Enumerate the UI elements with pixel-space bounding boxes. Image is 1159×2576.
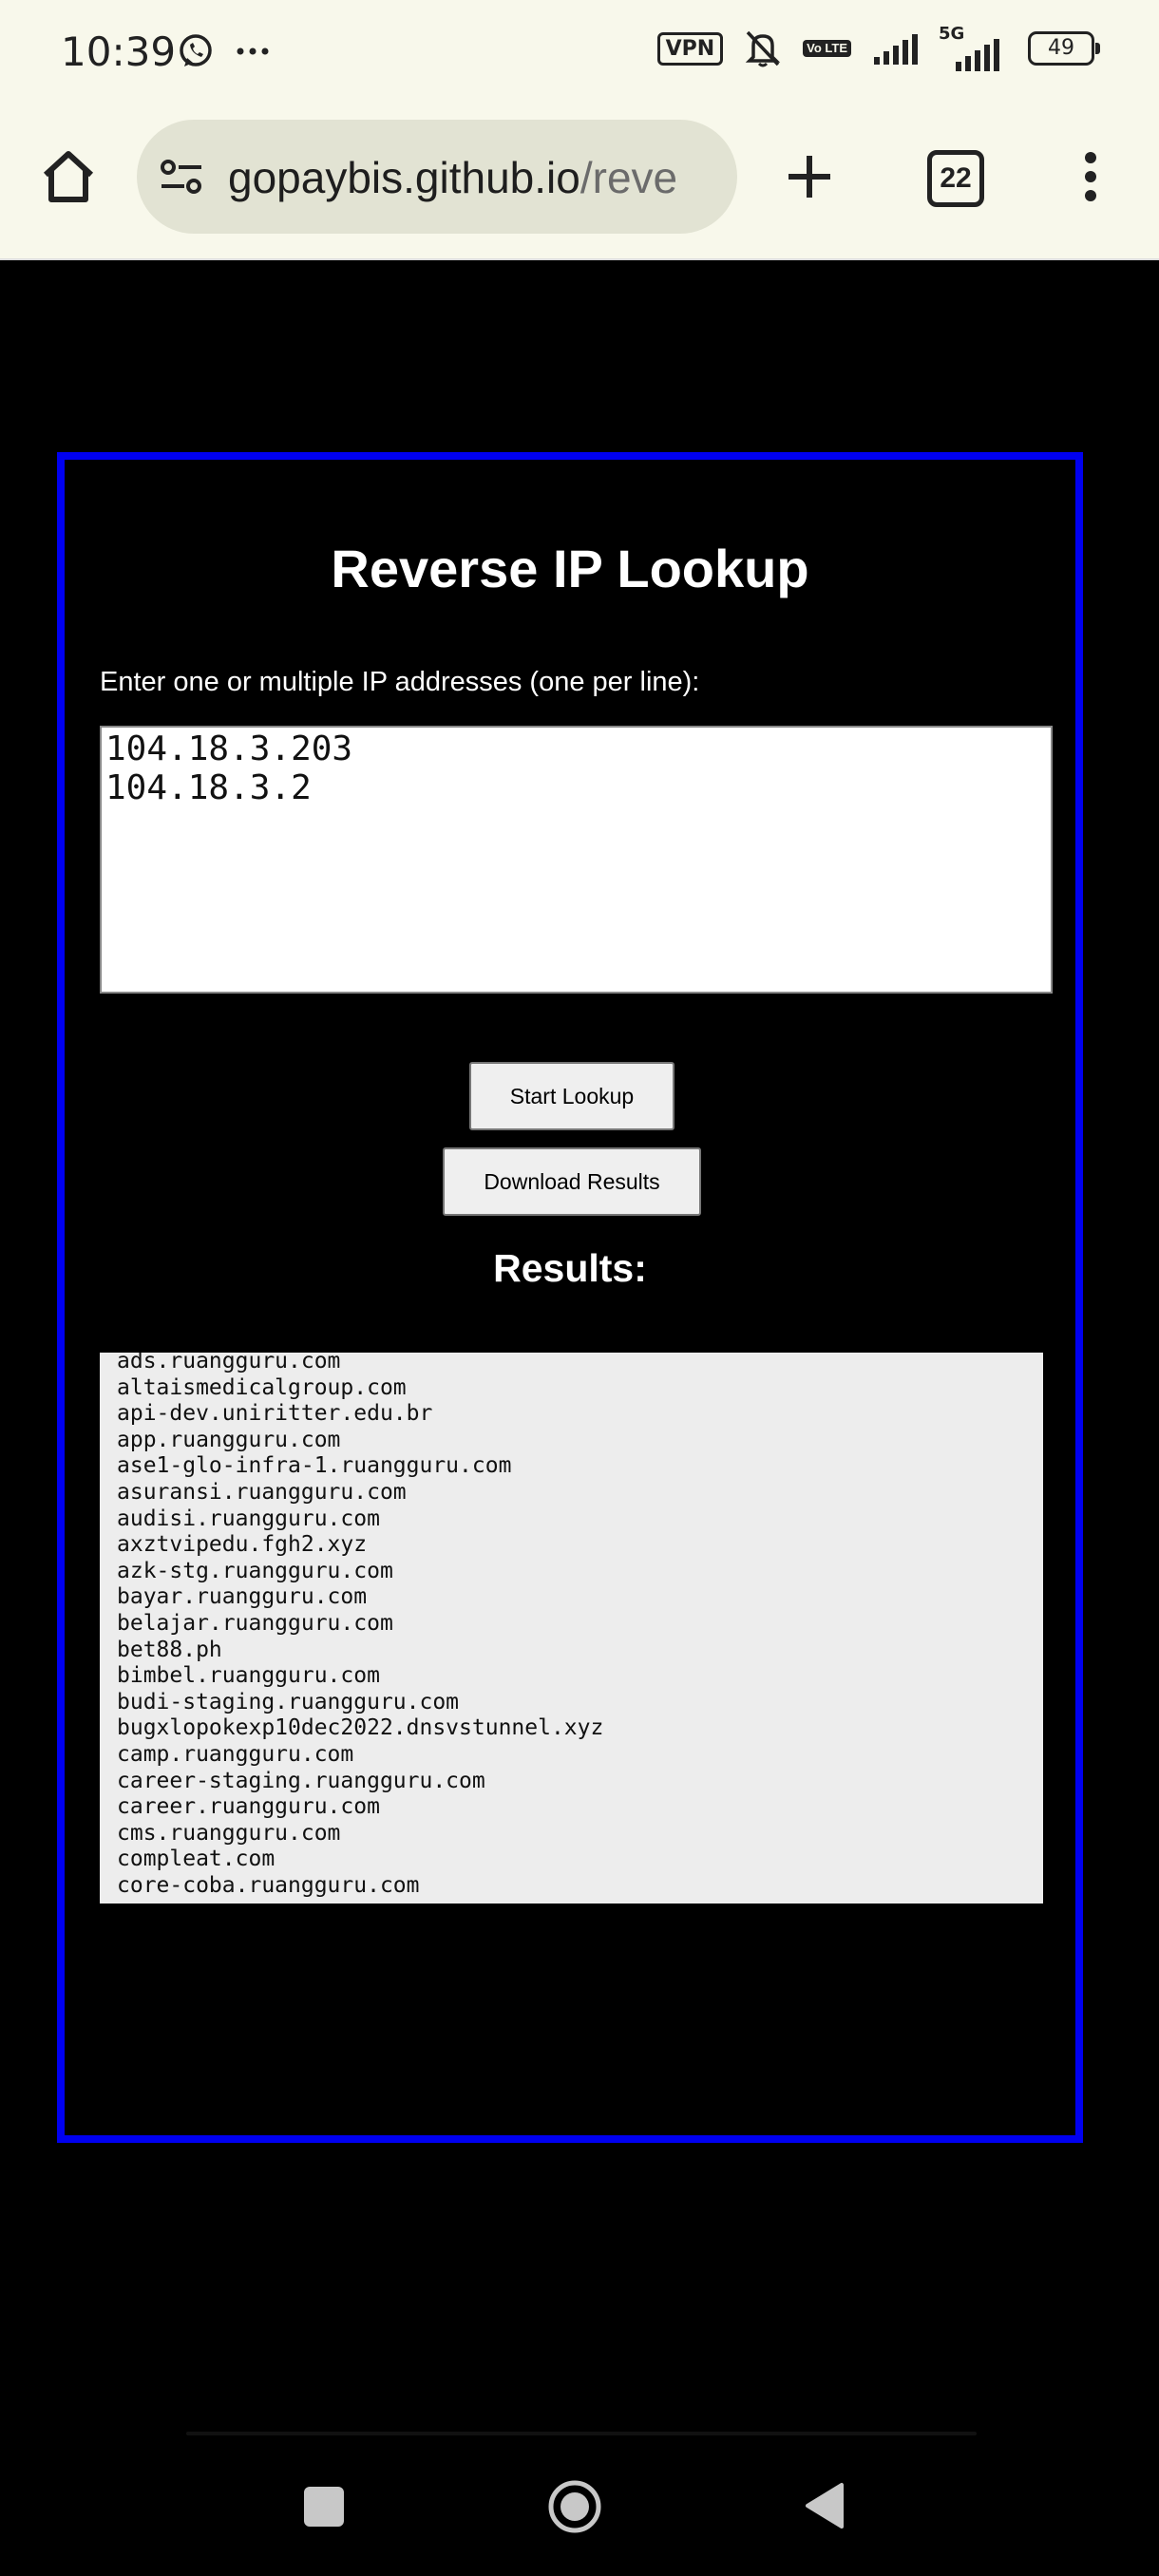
page-title: Reverse IP Lookup: [331, 539, 809, 598]
result-item: app.ruangguru.com: [117, 1427, 341, 1452]
url-path: /reve: [580, 153, 678, 202]
result-item: compleat.com: [117, 1847, 276, 1872]
ip-address-input[interactable]: 104.18.3.203 104.18.3.2: [100, 726, 1053, 994]
url-text[interactable]: gopaybis.github.io/reve: [228, 152, 677, 203]
recents-button[interactable]: [304, 2487, 344, 2527]
result-item: asuransi.ruangguru.com: [117, 1479, 407, 1505]
result-item: api-dev.uniritter.edu.br: [117, 1401, 433, 1427]
whatsapp-icon: [180, 34, 212, 66]
result-item: audisi.ruangguru.com: [117, 1506, 380, 1531]
home-icon[interactable]: [38, 146, 99, 207]
result-item: belajar.ruangguru.com: [117, 1610, 393, 1636]
result-item: altaismedicalgroup.com: [117, 1374, 407, 1400]
result-item: bimbel.ruangguru.com: [117, 1663, 380, 1689]
vpn-badge: VPN: [656, 31, 724, 66]
home-circle-icon[interactable]: [547, 2479, 602, 2534]
result-item: bet88.ph: [117, 1637, 222, 1662]
gesture-divider: [186, 2432, 977, 2435]
volte-badge: Vo LTE: [803, 40, 851, 57]
results-list: ads.ruangguru.com altaismedicalgroup.com…: [117, 1353, 603, 1899]
tab-switcher-button[interactable]: 22: [927, 150, 984, 207]
ip-input-label: Enter one or multiple IP addresses (one …: [100, 667, 700, 697]
address-bar[interactable]: gopaybis.github.io/reve: [137, 120, 737, 234]
clock: 10:39: [61, 28, 177, 75]
results-heading: Results:: [493, 1246, 647, 1290]
url-host: gopaybis.github.io: [228, 153, 580, 202]
result-item: ase1-glo-infra-1.ruangguru.com: [117, 1453, 512, 1479]
result-item: bugxlopokexp10dec2022.dnsvstunnel.xyz: [117, 1715, 604, 1741]
result-item: core-coba.ruangguru.com: [117, 1872, 420, 1898]
battery-indicator: 49: [1028, 31, 1100, 66]
back-icon[interactable]: [804, 2481, 846, 2530]
results-panel[interactable]: ads.ruangguru.com altaismedicalgroup.com…: [100, 1353, 1043, 1904]
new-tab-icon[interactable]: [779, 146, 840, 207]
site-settings-icon[interactable]: [160, 158, 203, 196]
result-item: axztvipedu.fgh2.xyz: [117, 1532, 368, 1558]
overflow-menu-icon[interactable]: [1072, 146, 1110, 207]
result-item: career.ruangguru.com: [117, 1794, 380, 1820]
result-item: budi-staging.ruangguru.com: [117, 1689, 460, 1714]
signal-icon: [874, 34, 918, 65]
more-dots-icon: [237, 47, 269, 55]
result-item: career-staging.ruangguru.com: [117, 1768, 485, 1793]
lookup-container: Reverse IP Lookup Enter one or multiple …: [57, 452, 1083, 2143]
result-item: ads.ruangguru.com: [117, 1353, 341, 1373]
result-item: camp.ruangguru.com: [117, 1741, 354, 1767]
browser-toolbar: gopaybis.github.io/reve 22: [0, 104, 1159, 260]
download-results-button[interactable]: Download Results: [443, 1147, 701, 1216]
result-item: azk-stg.ruangguru.com: [117, 1558, 393, 1583]
result-item: cms.ruangguru.com: [117, 1820, 341, 1846]
result-item: bayar.ruangguru.com: [117, 1584, 368, 1610]
bell-off-icon: [745, 30, 781, 67]
signal-5g-icon: [956, 39, 999, 71]
start-lookup-button[interactable]: Start Lookup: [469, 1062, 674, 1130]
status-bar: 10:39 VPN Vo LTE 5G 49: [0, 0, 1159, 104]
